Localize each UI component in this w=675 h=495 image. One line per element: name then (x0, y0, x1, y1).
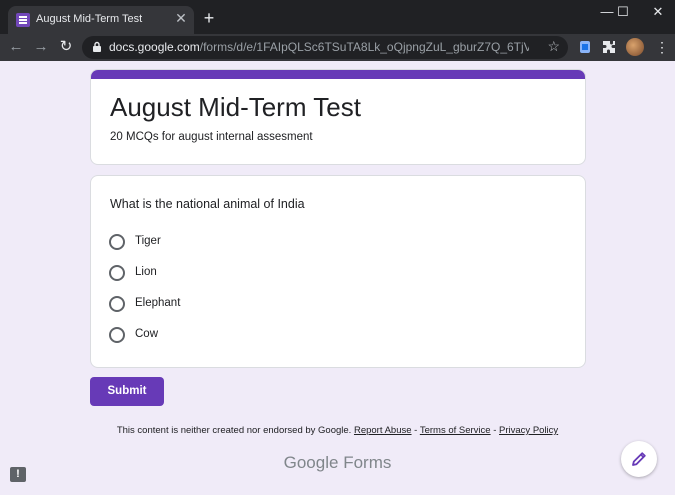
url-text: docs.google.com/forms/d/e/1FAIpQLSc6TSuT… (109, 40, 529, 54)
tab-forms-icon (16, 13, 30, 27)
chrome-menu-icon[interactable]: ⋮ (655, 38, 669, 56)
option-elephant[interactable]: Elephant (109, 296, 309, 314)
radio-button[interactable] (109, 296, 125, 312)
brand-google: Google (283, 453, 339, 472)
pencil-icon (632, 452, 646, 466)
radio-button[interactable] (109, 265, 125, 281)
form-accent-bar (91, 70, 585, 79)
privacy-link[interactable]: Privacy Policy (499, 425, 558, 436)
question-card: What is the national animal of India Tig… (90, 175, 586, 368)
url-host: docs.google.com (109, 40, 200, 54)
option-label: Lion (135, 266, 157, 278)
terms-link[interactable]: Terms of Service (420, 425, 491, 436)
google-forms-logo[interactable]: Google Forms (0, 453, 675, 473)
form-description: 20 MCQs for august internal assesment (110, 131, 313, 143)
tab-title: August Mid-Term Test (36, 13, 143, 25)
forward-button[interactable]: → (31, 37, 51, 57)
option-label: Cow (135, 328, 159, 340)
address-bar[interactable]: docs.google.com/forms/d/e/1FAIpQLSc6TSuT… (82, 36, 568, 59)
option-label: Elephant (135, 297, 181, 309)
new-tab-button[interactable]: + (200, 9, 218, 27)
back-button[interactable]: ← (6, 37, 26, 57)
reload-button[interactable]: ↻ (56, 37, 76, 57)
lock-icon (93, 41, 101, 52)
footer-separator: - (490, 425, 500, 436)
option-lion[interactable]: Lion (109, 265, 309, 283)
option-cow[interactable]: Cow (109, 327, 309, 345)
bookmark-star-icon[interactable]: ☆ (547, 38, 560, 55)
question-text: What is the national animal of India (110, 197, 305, 211)
footer-note-text: This content is neither created nor endo… (116, 425, 352, 436)
close-window-button[interactable]: ✕ (641, 2, 675, 22)
puzzle-icon[interactable] (601, 39, 617, 55)
submit-button[interactable]: Submit (90, 377, 164, 406)
form-header-card: August Mid-Term Test 20 MCQs for august … (90, 69, 586, 165)
radio-button[interactable] (109, 234, 125, 250)
form-title: August Mid-Term Test (110, 92, 361, 122)
brand-forms: Forms (343, 453, 392, 472)
profile-avatar[interactable] (626, 38, 644, 56)
url-path: /forms/d/e/1FAIpQLSc6TSuTA8Lk_oQjpngZuL_… (199, 40, 529, 54)
extension-icon[interactable] (577, 39, 593, 55)
report-abuse-link[interactable]: Report Abuse (354, 425, 412, 436)
option-label: Tiger (135, 235, 161, 247)
browser-tab-bar: August Mid-Term Test ✕ + — ☐ ✕ (0, 0, 675, 34)
edit-response-button[interactable] (621, 441, 657, 477)
maximize-button[interactable]: ☐ (606, 2, 640, 22)
report-problem-icon[interactable]: ! (10, 467, 26, 482)
tab-close-icon[interactable]: ✕ (173, 10, 189, 26)
browser-toolbar: ← → ↻ docs.google.com/forms/d/e/1FAIpQLS… (0, 34, 675, 61)
browser-tab[interactable]: August Mid-Term Test ✕ (8, 6, 194, 34)
radio-button[interactable] (109, 327, 125, 343)
option-tiger[interactable]: Tiger (109, 234, 309, 252)
footer-disclaimer: This content is neither created nor endo… (0, 425, 675, 436)
footer-separator: - (411, 425, 420, 436)
